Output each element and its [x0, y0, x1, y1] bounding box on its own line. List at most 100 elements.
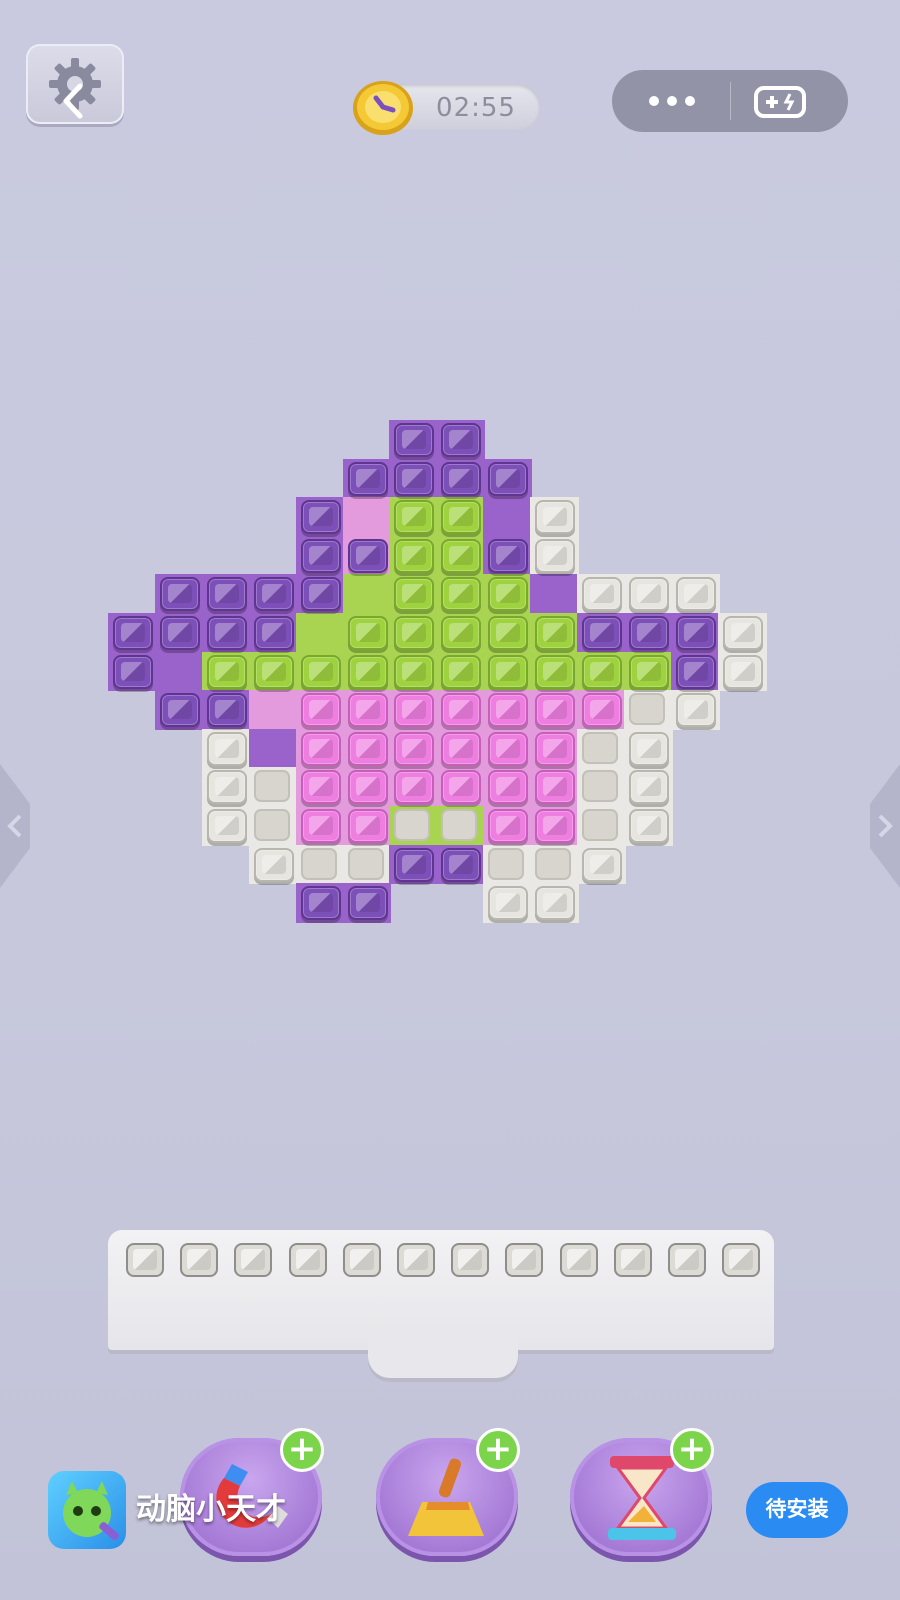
board-tile[interactable] [159, 577, 200, 612]
board-tile[interactable] [535, 809, 576, 843]
board-tile[interactable] [441, 731, 482, 766]
board-tile[interactable] [159, 693, 200, 728]
board-tile[interactable] [675, 616, 716, 650]
board-tile[interactable] [300, 500, 341, 535]
board-tile[interactable] [394, 693, 435, 728]
board-tile[interactable] [488, 654, 529, 689]
board-tile[interactable] [347, 616, 388, 650]
broom-powerup-button[interactable]: + [376, 1428, 520, 1556]
board-tile[interactable] [582, 693, 622, 728]
board-tile[interactable] [206, 809, 247, 843]
board-tile[interactable] [253, 577, 294, 612]
board-tile[interactable] [394, 770, 435, 805]
board-tile[interactable] [394, 616, 435, 650]
board-tile[interactable] [441, 847, 482, 882]
board-tile[interactable] [488, 886, 529, 921]
board-tile[interactable] [300, 886, 341, 921]
board-tile[interactable] [347, 770, 388, 805]
board-tile[interactable] [206, 770, 247, 805]
board-tile[interactable] [488, 538, 529, 573]
board-tile[interactable] [206, 616, 247, 650]
board-tile[interactable] [159, 616, 200, 650]
board-tile[interactable] [300, 538, 341, 573]
board-tile[interactable] [488, 616, 529, 650]
board-tile[interactable] [628, 809, 669, 843]
board-tile[interactable] [628, 731, 669, 766]
board-tile[interactable] [441, 693, 482, 728]
board-tile[interactable] [206, 577, 247, 612]
board-tile[interactable] [347, 731, 388, 766]
board-tile[interactable] [441, 577, 482, 612]
board-tile[interactable] [206, 654, 247, 689]
board-tile[interactable] [253, 654, 294, 689]
board-tile[interactable] [441, 423, 482, 457]
board-tile[interactable] [488, 693, 529, 728]
board-tile[interactable] [206, 731, 247, 766]
board-tile[interactable] [394, 577, 435, 612]
board-tile[interactable] [347, 654, 388, 689]
board-cell [154, 651, 204, 692]
board-tile[interactable] [300, 770, 341, 805]
board-tile[interactable] [441, 616, 482, 650]
board-tile[interactable] [394, 847, 435, 882]
board-tile[interactable] [535, 886, 576, 921]
board-tile[interactable] [113, 654, 153, 689]
board-tile[interactable] [394, 423, 435, 457]
board-tile[interactable] [675, 577, 716, 612]
board-tile[interactable] [535, 500, 576, 535]
board-tile[interactable] [488, 577, 529, 612]
board-tile[interactable] [535, 538, 576, 573]
board-tile[interactable] [722, 654, 763, 689]
board-tile[interactable] [347, 693, 388, 728]
board-tile[interactable] [582, 654, 622, 689]
board-tile[interactable] [722, 616, 763, 650]
board-tile[interactable] [441, 500, 482, 535]
board-tile[interactable] [628, 616, 669, 650]
board-tile[interactable] [253, 847, 294, 882]
board-tile[interactable] [347, 461, 388, 496]
tray-slot [613, 1243, 652, 1277]
board-tile[interactable] [535, 731, 576, 766]
board-tile[interactable] [582, 847, 622, 882]
board-tile[interactable] [675, 693, 716, 728]
app-name[interactable]: 动脑小天才 [136, 1488, 286, 1532]
board-tile[interactable] [488, 809, 529, 843]
board-tile[interactable] [535, 654, 576, 689]
board-tile[interactable] [441, 461, 482, 496]
board-tile[interactable] [300, 577, 341, 612]
tray-slot [180, 1243, 219, 1277]
board-tile[interactable] [535, 616, 576, 650]
board-tile[interactable] [300, 731, 341, 766]
board-tile[interactable] [675, 654, 716, 689]
board-tile[interactable] [394, 538, 435, 573]
board-tile[interactable] [441, 770, 482, 805]
board-tile[interactable] [535, 770, 576, 805]
board-tile[interactable] [394, 500, 435, 535]
board-tile[interactable] [441, 654, 482, 689]
board-tile[interactable] [394, 731, 435, 766]
install-button[interactable]: 待安装 [746, 1482, 848, 1538]
app-icon[interactable] [48, 1471, 126, 1549]
board-tile[interactable] [253, 616, 294, 650]
board-tile[interactable] [113, 616, 153, 650]
board-tile[interactable] [300, 809, 341, 843]
board-tile[interactable] [628, 770, 669, 805]
board-tile[interactable] [488, 731, 529, 766]
board-tile[interactable] [488, 770, 529, 805]
board-tile[interactable] [347, 809, 388, 843]
board-tile[interactable] [488, 461, 529, 496]
board-tile[interactable] [441, 538, 482, 573]
board-tile[interactable] [206, 693, 247, 728]
board-tile[interactable] [300, 693, 341, 728]
board-tile[interactable] [535, 693, 576, 728]
board-tile[interactable] [394, 461, 435, 496]
board-tile[interactable] [628, 577, 669, 612]
board-tile[interactable] [628, 654, 669, 689]
board-tile[interactable] [582, 616, 622, 650]
board-tile[interactable] [582, 577, 622, 612]
board-tile[interactable] [300, 654, 341, 689]
hourglass-powerup-button[interactable]: + [570, 1428, 714, 1556]
board-tile[interactable] [394, 654, 435, 689]
board-tile[interactable] [347, 538, 388, 573]
board-tile[interactable] [347, 886, 388, 921]
